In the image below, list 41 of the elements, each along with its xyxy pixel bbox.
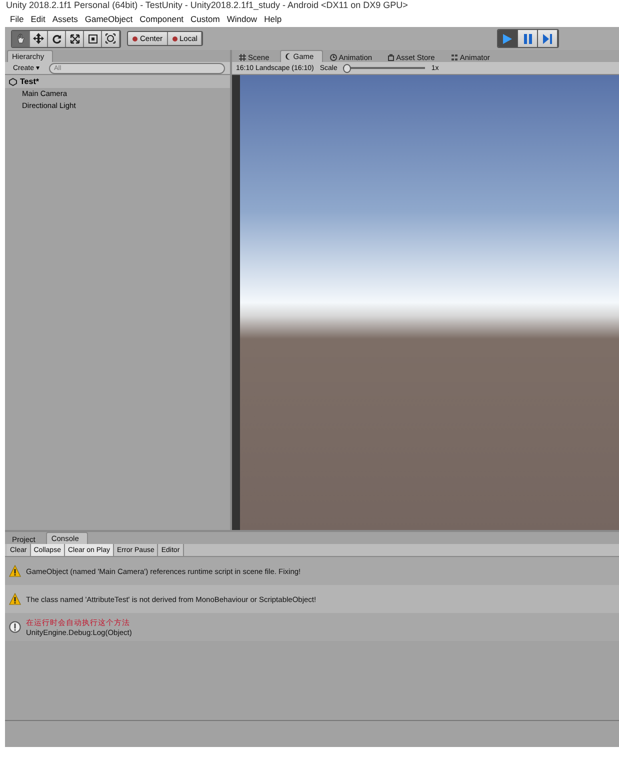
menu-item[interactable]: Help bbox=[264, 14, 282, 24]
menu-item[interactable]: Edit bbox=[30, 14, 46, 24]
grid-icon bbox=[239, 54, 246, 60]
warning-icon bbox=[9, 593, 21, 605]
playback-button[interactable] bbox=[518, 30, 538, 47]
slider-thumb[interactable] bbox=[343, 64, 352, 72]
crescent-icon bbox=[285, 53, 292, 60]
playback-button[interactable] bbox=[538, 30, 558, 47]
scene-name[interactable]: Test* bbox=[20, 77, 39, 86]
menu-item[interactable]: Assets bbox=[52, 14, 78, 24]
transform-icon bbox=[105, 33, 116, 44]
info-icon bbox=[9, 621, 21, 633]
rotate-icon bbox=[52, 34, 62, 44]
menu-item[interactable]: Component bbox=[140, 14, 184, 24]
rect-tool-icon bbox=[88, 34, 98, 44]
hand-icon bbox=[16, 33, 26, 44]
pivot-center-icon bbox=[132, 36, 138, 42]
tool-button[interactable] bbox=[48, 30, 66, 46]
tool-button[interactable] bbox=[66, 30, 84, 46]
pivot-local-icon bbox=[172, 36, 178, 42]
menu-item[interactable]: Window bbox=[226, 14, 258, 24]
scale-slider[interactable] bbox=[343, 64, 426, 72]
step-icon bbox=[543, 34, 552, 44]
tool-button[interactable] bbox=[102, 30, 120, 46]
clock-icon bbox=[330, 54, 337, 60]
menu-item[interactable]: File bbox=[10, 14, 24, 24]
playback-button[interactable] bbox=[498, 30, 518, 47]
tool-button[interactable] bbox=[30, 30, 48, 46]
nodes-icon bbox=[450, 54, 458, 60]
unity-logo-icon bbox=[9, 78, 17, 86]
window-title: Unity 2018.2.1f1 Personal (64bit) - TestUnity - Unity2018.2.1f1_study - Android <DX11 on DX9 GPU> bbox=[5, 0, 408, 10]
scale-icon bbox=[70, 34, 80, 44]
pause-icon bbox=[524, 34, 532, 44]
tool-button[interactable] bbox=[12, 30, 30, 46]
menu-item[interactable]: GameObject bbox=[84, 14, 133, 24]
warning-icon bbox=[9, 565, 21, 577]
move-arrows-icon bbox=[33, 33, 44, 44]
play-icon bbox=[503, 34, 512, 44]
bag-icon bbox=[388, 54, 394, 60]
menu-item[interactable]: Custom bbox=[190, 14, 220, 24]
tool-button[interactable] bbox=[84, 30, 102, 46]
